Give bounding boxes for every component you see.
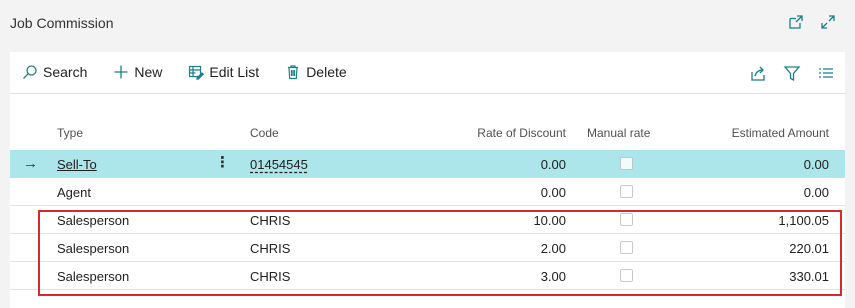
table-row[interactable]: Salesperson CHRIS 3.00 330.01 [10, 262, 845, 290]
row-menu-icon[interactable]: ⋮ [215, 153, 230, 171]
rate-cell: 0.00 [540, 157, 566, 172]
edit-list-label: Edit List [209, 64, 260, 80]
manual-rate-checkbox[interactable] [620, 213, 633, 226]
current-row-arrow-icon: → [23, 155, 38, 172]
manual-rate-checkbox[interactable] [620, 185, 633, 198]
list-part: Search New Edit List Delete Type Code Ra… [10, 52, 845, 308]
column-header-type[interactable]: Type [57, 126, 83, 140]
rate-cell: 0.00 [540, 185, 566, 200]
title-actions [787, 13, 837, 31]
share-icon[interactable] [749, 64, 767, 82]
action-bar: Search New Edit List Delete [10, 52, 845, 94]
table-row[interactable]: Agent 0.00 0.00 [10, 178, 845, 206]
estimated-amount-cell: 220.01 [789, 241, 829, 256]
trash-icon [285, 64, 301, 80]
column-header-estimated-amount[interactable]: Estimated Amount [732, 126, 829, 140]
type-cell[interactable]: Salesperson [57, 213, 129, 228]
manual-rate-checkbox[interactable] [620, 269, 633, 282]
estimated-amount-cell: 0.00 [803, 157, 829, 172]
estimated-amount-cell: 1,100.05 [778, 213, 829, 228]
rate-cell: 2.00 [540, 241, 566, 256]
type-cell[interactable]: Salesperson [57, 269, 129, 284]
column-header-rate[interactable]: Rate of Discount [477, 126, 566, 140]
delete-button[interactable]: Delete [285, 64, 347, 80]
filter-icon[interactable] [783, 64, 801, 82]
edit-list-icon [188, 64, 205, 80]
type-cell[interactable]: Salesperson [57, 241, 129, 256]
title-bar: Job Commission [0, 0, 855, 52]
table-row[interactable]: Salesperson CHRIS 10.00 1,100.05 [10, 206, 845, 234]
delete-label: Delete [306, 64, 347, 80]
column-header-code[interactable]: Code [250, 126, 279, 140]
edit-list-button[interactable]: Edit List [188, 64, 259, 80]
rate-cell: 3.00 [540, 269, 566, 284]
table-row[interactable]: Salesperson CHRIS 2.00 220.01 [10, 234, 845, 262]
estimated-amount-cell: 0.00 [803, 185, 829, 200]
code-cell[interactable]: CHRIS [250, 241, 290, 256]
search-label: Search [43, 64, 88, 80]
column-header-manual-rate[interactable]: Manual rate [587, 126, 650, 140]
table-row[interactable]: → Sell-To ⋮ 01454545 0.00 0.00 [10, 150, 845, 178]
estimated-amount-cell: 330.01 [789, 269, 829, 284]
new-button[interactable]: New [113, 64, 162, 80]
open-new-window-icon[interactable] [787, 13, 805, 31]
code-cell[interactable]: CHRIS [250, 213, 290, 228]
search-button[interactable]: Search [22, 64, 87, 80]
type-cell[interactable]: Agent [57, 185, 91, 200]
code-cell[interactable]: 01454545 [250, 157, 308, 172]
rate-cell: 10.00 [533, 213, 566, 228]
code-cell[interactable]: CHRIS [250, 269, 290, 284]
list-view-icon[interactable] [817, 64, 835, 82]
manual-rate-checkbox[interactable] [620, 157, 633, 170]
page-title: Job Commission [10, 15, 114, 31]
plus-icon [113, 64, 129, 80]
new-label: New [134, 64, 163, 80]
grid-header: Type Code Rate of Discount Manual rate E… [10, 120, 845, 150]
search-icon [22, 64, 38, 80]
manual-rate-checkbox[interactable] [620, 241, 633, 254]
commission-grid: Type Code Rate of Discount Manual rate E… [10, 120, 845, 290]
expand-icon[interactable] [819, 13, 837, 31]
type-cell[interactable]: Sell-To [57, 157, 97, 172]
